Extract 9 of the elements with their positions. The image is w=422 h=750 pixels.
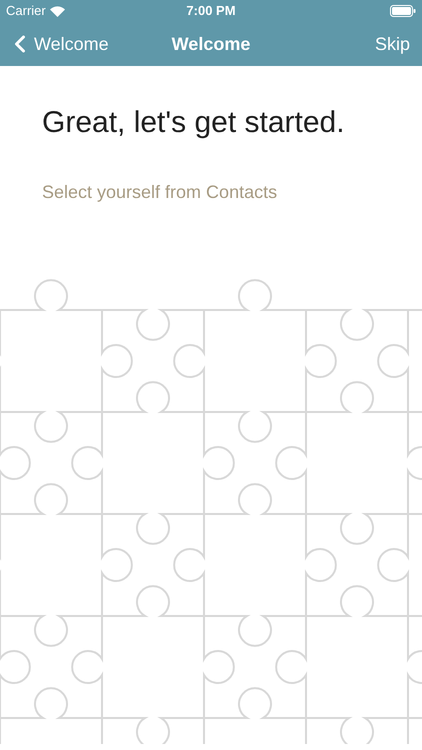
welcome-heading: Great, let's get started. <box>42 105 346 141</box>
select-contact-link[interactable]: Select yourself from Contacts <box>42 179 278 206</box>
status-time: 7:00 PM <box>186 2 236 20</box>
skip-button[interactable]: Skip <box>284 30 414 58</box>
back-button[interactable]: Welcome <box>8 30 138 58</box>
nav-title: Welcome <box>172 32 250 56</box>
wifi-icon <box>50 6 65 16</box>
battery-icon <box>390 5 416 17</box>
carrier-label: Carrier <box>6 2 46 20</box>
